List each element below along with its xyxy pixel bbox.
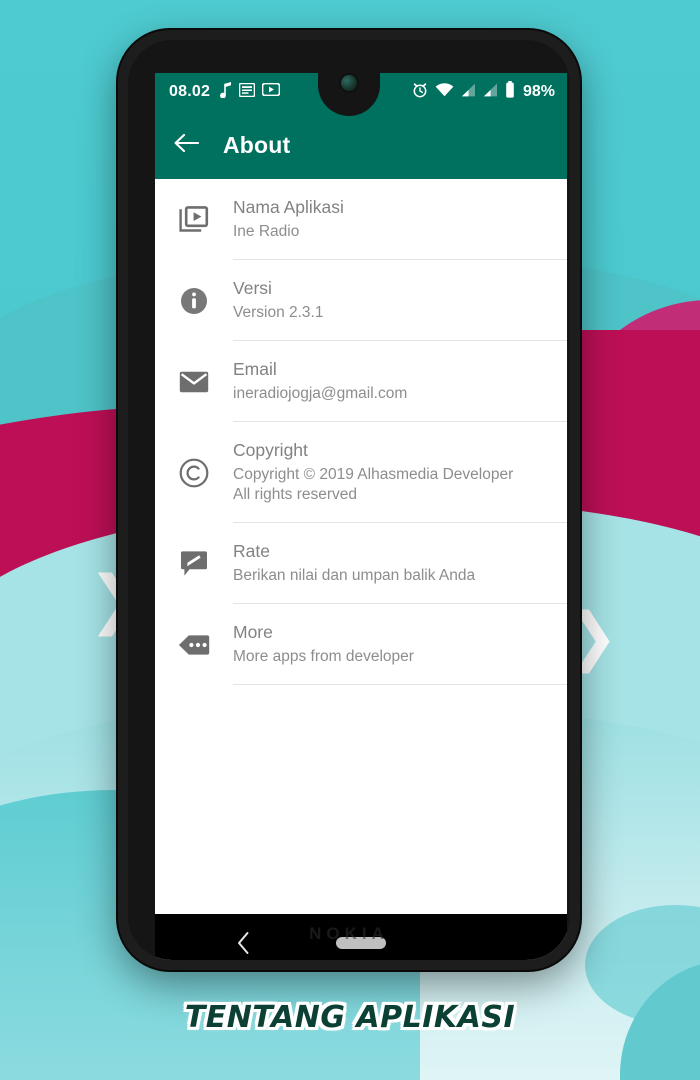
news-list-icon xyxy=(238,82,256,102)
more-tag-icon xyxy=(155,604,233,685)
device-brand-label: NOKIA xyxy=(309,924,389,943)
phone-bezel: 08.02 98% About Nama Aplikasi Ine Radio … xyxy=(128,40,570,960)
list-item-content: More More apps from developer xyxy=(233,604,567,686)
list-item-title: Rate xyxy=(233,541,270,562)
status-bar-clock: 08.02 xyxy=(169,83,211,100)
signal-bars-2-icon xyxy=(483,83,498,102)
list-item-email[interactable]: Email ineradiojogja@gmail.com xyxy=(155,341,567,423)
back-button[interactable] xyxy=(171,130,201,160)
signal-bars-icon xyxy=(461,83,476,102)
list-item-versi[interactable]: Versi Version 2.3.1 xyxy=(155,260,567,342)
list-item-copyright[interactable]: Copyright Copyright © 2019 Alhasmedia De… xyxy=(155,422,567,524)
list-item-subtitle: Copyright © 2019 Alhasmedia Developer Al… xyxy=(233,465,514,504)
wallpaper-stage: ❯ ❯ 08.02 98% About Nama Aplikasi Ine Ra… xyxy=(0,0,700,1080)
video-library-icon xyxy=(155,179,233,260)
list-item-subtitle: More apps from developer xyxy=(233,648,414,666)
info-icon xyxy=(155,260,233,341)
list-item-more[interactable]: More More apps from developer xyxy=(155,604,567,686)
copyright-icon xyxy=(155,422,233,523)
list-item-subtitle: Ine Radio xyxy=(233,222,300,240)
battery-percent-label: 98% xyxy=(522,83,555,100)
list-item-title: Nama Aplikasi xyxy=(233,197,344,217)
status-bar-left: 08.02 xyxy=(169,81,281,103)
arrow-back-icon xyxy=(173,133,200,158)
alarm-clock-icon xyxy=(412,82,428,103)
list-item-title: More xyxy=(233,622,273,643)
list-item-rate[interactable]: Rate Berikan nilai dan umpan balik Anda xyxy=(155,523,567,605)
front-camera-icon xyxy=(341,75,357,91)
list-item-content: Email ineradiojogja@gmail.com xyxy=(233,341,567,423)
list-item-nama-aplikasi[interactable]: Nama Aplikasi Ine Radio xyxy=(155,179,567,261)
email-icon xyxy=(155,341,233,422)
phone-mockup: 08.02 98% About Nama Aplikasi Ine Radio … xyxy=(118,30,580,970)
list-item-title: Versi xyxy=(233,278,272,299)
app-bar: About xyxy=(155,111,567,179)
background-circle-magenta xyxy=(560,300,700,600)
phone-screen: 08.02 98% About Nama Aplikasi Ine Radio … xyxy=(155,73,567,960)
status-bar-right: 98% xyxy=(412,81,555,103)
list-item-title: Email xyxy=(233,359,277,380)
promo-caption: TENTANG APLIKASI xyxy=(184,1000,516,1035)
wifi-icon xyxy=(435,82,454,102)
youtube-icon xyxy=(261,82,281,101)
list-item-content: Versi Version 2.3.1 xyxy=(233,260,567,342)
list-item-title: Copyright xyxy=(233,440,308,461)
music-note-icon xyxy=(219,81,232,103)
about-list: Nama Aplikasi Ine Radio Versi Version 2.… xyxy=(155,179,567,686)
list-item-content: Nama Aplikasi Ine Radio xyxy=(233,179,567,261)
page-title: About xyxy=(223,131,291,158)
list-item-content: Rate Berikan nilai dan umpan balik Anda xyxy=(233,523,567,605)
list-item-subtitle: Berikan nilai dan umpan balik Anda xyxy=(233,567,476,585)
battery-icon xyxy=(505,81,515,103)
list-item-subtitle: Version 2.3.1 xyxy=(233,303,324,321)
list-item-content: Copyright Copyright © 2019 Alhasmedia De… xyxy=(233,422,567,524)
list-item-subtitle: ineradiojogja@gmail.com xyxy=(233,384,408,402)
rate-review-icon xyxy=(155,523,233,604)
